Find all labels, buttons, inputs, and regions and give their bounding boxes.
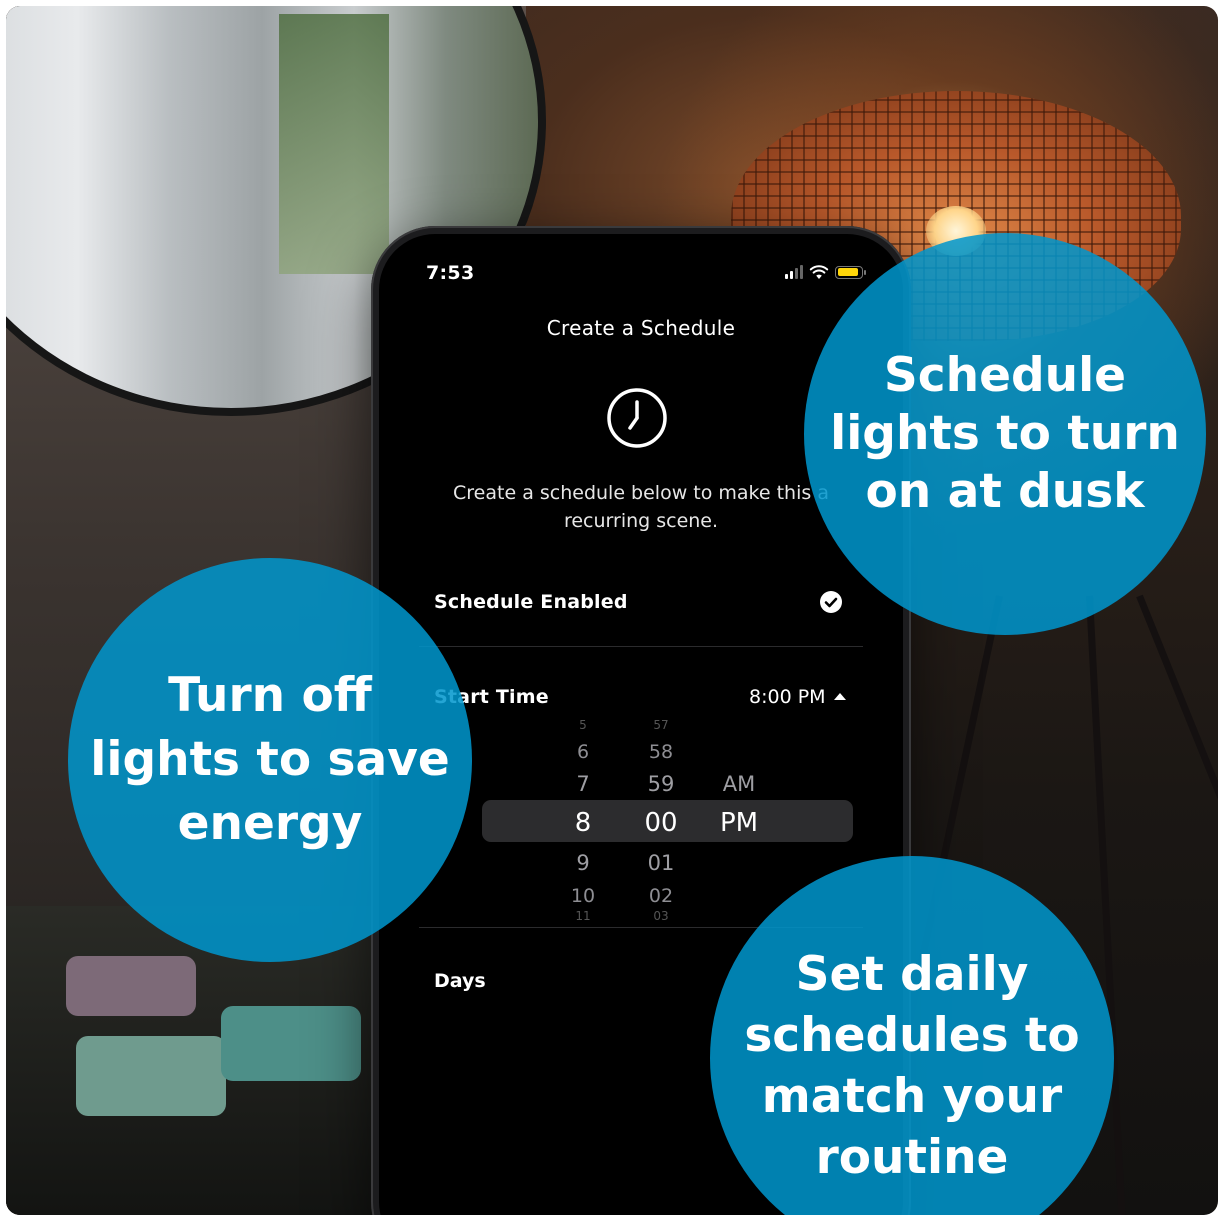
dumbbell <box>76 1036 226 1116</box>
schedule-enabled-label: Schedule Enabled <box>434 591 628 613</box>
screen-title: Create a Schedule <box>546 316 736 340</box>
picker-minute[interactable]: 59 <box>631 772 691 796</box>
start-time-value[interactable]: 8:00 PM <box>749 686 826 708</box>
callout-line: match your <box>761 1069 1063 1124</box>
picker-minute[interactable]: 01 <box>631 851 691 875</box>
schedule-description: Create a schedule below to make this a r… <box>453 482 829 532</box>
picker-hour[interactable]: 8 <box>553 808 613 838</box>
picker-minute[interactable]: 57 <box>631 718 691 732</box>
clock-icon <box>607 388 667 448</box>
picker-minute[interactable]: 03 <box>631 909 691 923</box>
days-label: Days <box>434 970 486 992</box>
callout-line: Schedule <box>883 348 1127 403</box>
picker-minute[interactable]: 58 <box>631 741 691 763</box>
picker-period[interactable]: PM <box>709 808 769 838</box>
picker-hour[interactable]: 5 <box>553 718 613 732</box>
callout-energy: Turn off lights to save energy <box>68 558 472 962</box>
callout-line: routine <box>815 1130 1009 1185</box>
picker-hour[interactable]: 9 <box>553 851 613 875</box>
picker-hour[interactable]: 7 <box>553 772 613 796</box>
callout-dusk: Schedule lights to turn on at dusk <box>804 233 1206 635</box>
picker-period[interactable]: AM <box>709 772 769 796</box>
picker-hour[interactable]: 6 <box>553 741 613 763</box>
callout-line: energy <box>177 796 363 851</box>
status-icons <box>785 264 866 280</box>
callout-line: Set daily <box>795 947 1029 1002</box>
chevron-up-icon[interactable] <box>834 693 846 700</box>
callout-line: on at dusk <box>865 464 1145 519</box>
signal-icon <box>785 265 803 279</box>
dumbbell <box>66 956 196 1016</box>
picker-hour[interactable]: 11 <box>553 909 613 923</box>
status-time: 7:53 <box>426 262 475 284</box>
wifi-icon <box>809 265 829 279</box>
callout-line: Turn off <box>168 668 372 723</box>
dumbbell <box>221 1006 361 1081</box>
checkmark-icon <box>824 597 838 608</box>
battery-icon <box>835 265 866 279</box>
divider <box>419 646 863 647</box>
picker-hour[interactable]: 10 <box>553 885 613 907</box>
product-image: 7:53 Create a Schedule Create a schedule <box>6 6 1218 1215</box>
picker-minute[interactable]: 00 <box>631 808 691 838</box>
schedule-enabled-checkbox[interactable] <box>820 591 842 613</box>
picker-minute[interactable]: 02 <box>631 885 691 907</box>
callout-line: schedules to <box>744 1008 1080 1063</box>
callout-line: lights to turn <box>830 406 1180 461</box>
callout-line: lights to save <box>90 732 450 787</box>
